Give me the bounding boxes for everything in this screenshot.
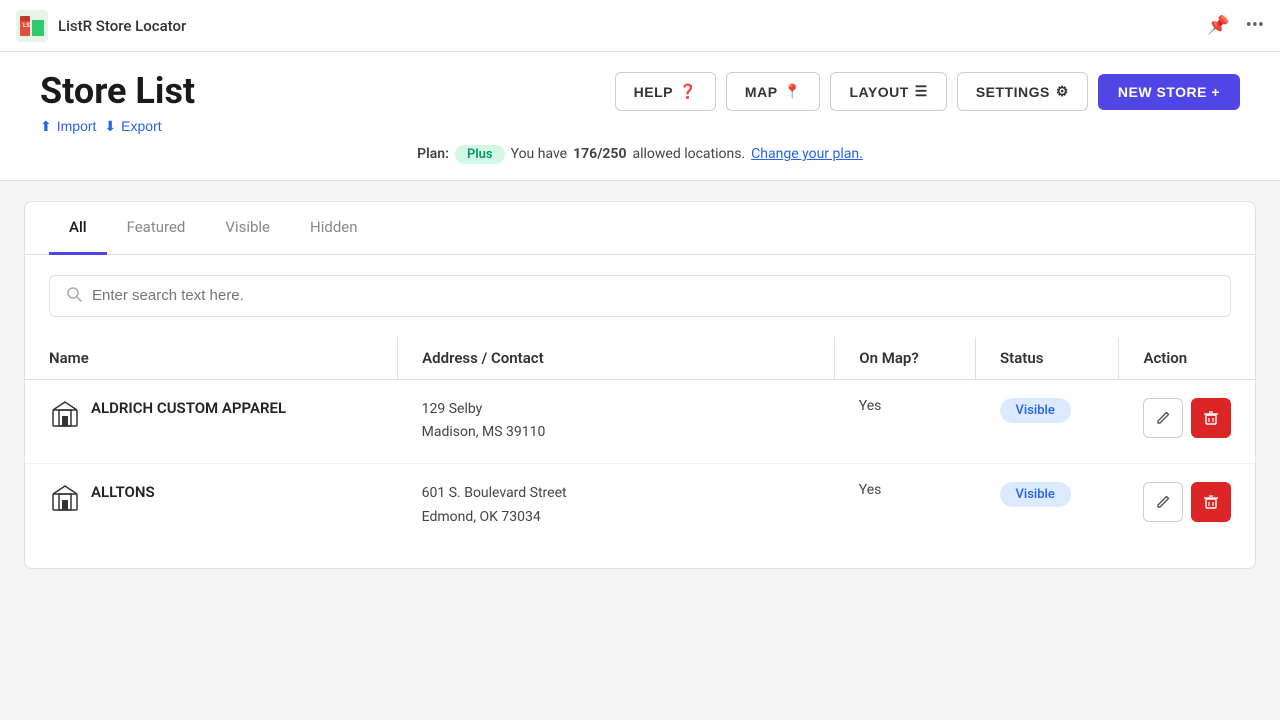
page-title: Store List	[40, 72, 195, 112]
map-button[interactable]: MAP 📍	[726, 72, 821, 111]
action-buttons-2	[1143, 482, 1231, 522]
store-status-cell-2: Visible	[976, 464, 1119, 548]
col-header-status: Status	[976, 337, 1119, 380]
tab-hidden[interactable]: Hidden	[290, 202, 378, 255]
svg-text:LS: LS	[23, 22, 30, 29]
tab-featured[interactable]: Featured	[107, 202, 206, 255]
pin-icon[interactable]: 📌	[1207, 15, 1229, 36]
import-button[interactable]: ⬆ Import	[40, 118, 96, 135]
layout-icon: ☰	[915, 83, 928, 100]
status-badge-2: Visible	[1000, 482, 1071, 507]
edit-button-1[interactable]	[1143, 398, 1183, 438]
store-icon-1	[49, 398, 81, 430]
plan-label: Plan:	[417, 146, 449, 162]
action-buttons-1	[1143, 398, 1231, 438]
plan-message-suffix: allowed locations.	[632, 146, 745, 162]
toolbar-buttons: HELP ❓ MAP 📍 LAYOUT ☰ SETTINGS ⚙ NEW STO…	[615, 72, 1240, 111]
tab-all[interactable]: All	[49, 202, 107, 255]
delete-button-1[interactable]	[1191, 398, 1231, 438]
store-status-cell-1: Visible	[976, 379, 1119, 464]
store-action-cell-2	[1119, 464, 1255, 548]
store-name-cell-2: ALLTONS	[25, 464, 398, 548]
search-bar	[49, 275, 1231, 317]
store-name-wrapper-2: ALLTONS	[49, 482, 398, 514]
table-body: ALDRICH CUSTOM APPAREL 129 Selby Madison…	[25, 379, 1255, 548]
help-label: HELP	[634, 84, 673, 100]
import-icon: ⬆	[40, 118, 52, 135]
main-content: All Featured Visible Hidden Name Address…	[24, 201, 1256, 569]
app-title: ListR Store Locator	[58, 17, 186, 35]
store-name-wrapper-1: ALDRICH CUSTOM APPAREL	[49, 398, 398, 430]
store-name-text-2: ALLTONS	[91, 482, 155, 503]
col-header-onmap: On Map?	[835, 337, 976, 380]
table-header: Name Address / Contact On Map? Status Ac…	[25, 337, 1255, 380]
help-button[interactable]: HELP ❓	[615, 72, 716, 111]
store-onmap-cell-1: Yes	[835, 379, 976, 464]
plan-bar: Plan: Plus You have 176/250 allowed loca…	[40, 135, 1240, 168]
page-header-top: Store List ⬆ Import ⬇ Export HELP ❓ MAP …	[40, 72, 1240, 135]
page-header: Store List ⬆ Import ⬇ Export HELP ❓ MAP …	[0, 52, 1280, 181]
tabs: All Featured Visible Hidden	[25, 202, 1255, 255]
page-title-section: Store List ⬆ Import ⬇ Export	[40, 72, 195, 135]
store-icon-2	[49, 482, 81, 514]
table-row: ALDRICH CUSTOM APPAREL 129 Selby Madison…	[25, 379, 1255, 464]
change-plan-link[interactable]: Change your plan.	[751, 146, 863, 162]
more-options-icon[interactable]: •••	[1246, 15, 1264, 36]
delete-button-2[interactable]	[1191, 482, 1231, 522]
store-address-line2-1: Madison, MS 39110	[422, 424, 546, 440]
store-name-cell-1: ALDRICH CUSTOM APPAREL	[25, 379, 398, 464]
help-icon: ❓	[679, 83, 697, 100]
export-label: Export	[121, 118, 161, 134]
layout-label: LAYOUT	[849, 84, 908, 100]
search-input[interactable]	[92, 287, 1214, 304]
layout-button[interactable]: LAYOUT ☰	[830, 72, 946, 111]
plan-message-prefix: You have	[511, 146, 567, 162]
plan-badge: Plus	[455, 145, 505, 164]
store-address-cell-2: 601 S. Boulevard Street Edmond, OK 73034	[398, 464, 835, 548]
page-actions-top: ⬆ Import ⬇ Export	[40, 118, 195, 135]
col-header-name: Name	[25, 337, 398, 380]
new-store-label: NEW STORE +	[1118, 84, 1220, 100]
edit-button-2[interactable]	[1143, 482, 1183, 522]
store-table: Name Address / Contact On Map? Status Ac…	[25, 337, 1255, 548]
tab-visible[interactable]: Visible	[205, 202, 290, 255]
col-header-action: Action	[1119, 337, 1255, 380]
map-label: MAP	[745, 84, 778, 100]
store-address-line2-2: Edmond, OK 73034	[422, 509, 541, 525]
status-badge-1: Visible	[1000, 398, 1071, 423]
topbar-right: 📌 •••	[1207, 15, 1264, 36]
search-icon	[66, 286, 82, 306]
store-name-text-1: ALDRICH CUSTOM APPAREL	[91, 398, 286, 419]
export-button[interactable]: ⬇ Export	[104, 118, 161, 135]
import-label: Import	[57, 118, 97, 134]
settings-label: SETTINGS	[976, 84, 1050, 100]
app-icon: LS	[16, 10, 48, 42]
store-address-line1-1: 129 Selby	[422, 401, 483, 417]
plan-count: 176/250	[573, 146, 626, 162]
store-action-cell-1	[1119, 379, 1255, 464]
col-header-address: Address / Contact	[398, 337, 835, 380]
store-address-cell-1: 129 Selby Madison, MS 39110	[398, 379, 835, 464]
settings-button[interactable]: SETTINGS ⚙	[957, 72, 1088, 111]
map-icon: 📍	[784, 83, 802, 100]
table-row: ALLTONS 601 S. Boulevard Street Edmond, …	[25, 464, 1255, 548]
topbar: LS ListR Store Locator 📌 •••	[0, 0, 1280, 52]
topbar-left: LS ListR Store Locator	[16, 10, 186, 42]
settings-icon: ⚙	[1056, 83, 1069, 100]
export-icon: ⬇	[104, 118, 116, 135]
store-onmap-cell-2: Yes	[835, 464, 976, 548]
new-store-button[interactable]: NEW STORE +	[1098, 74, 1240, 110]
store-address-line1-2: 601 S. Boulevard Street	[422, 485, 567, 501]
